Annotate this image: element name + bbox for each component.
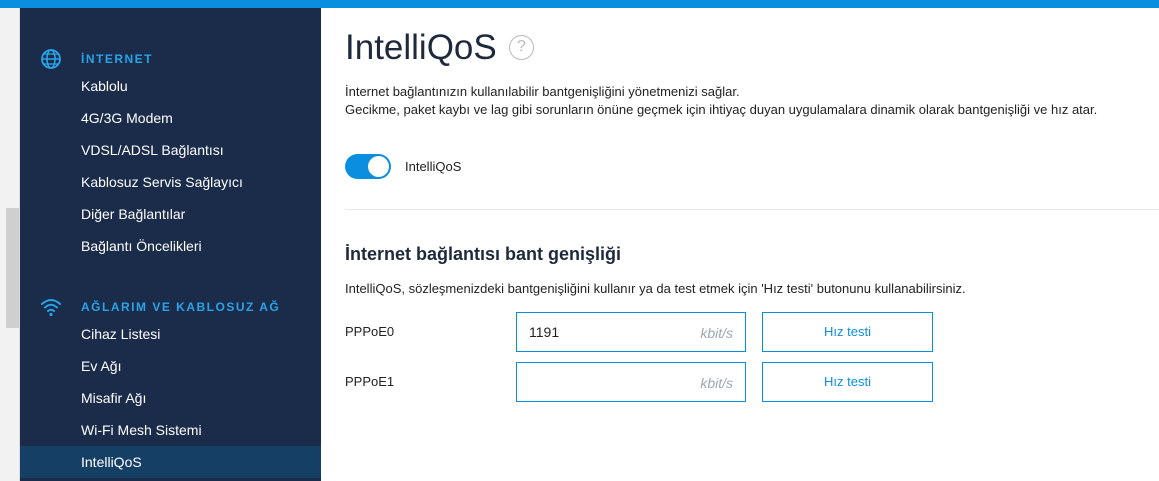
toggle-knob: [368, 156, 389, 177]
toggle-label: IntelliQoS: [405, 159, 462, 174]
sidebar-item-label: Diğer Bağlantılar: [81, 206, 186, 222]
bandwidth-description: IntelliQoS, sözleşmenizdeki bantgenişliğ…: [345, 281, 966, 296]
sidebar-item-label: Misafir Ağı: [81, 390, 147, 406]
unit-label: kbit/s: [700, 325, 733, 341]
sidebar-item-home-network[interactable]: Ev Ağı: [20, 350, 321, 382]
sidebar-item-other-connections[interactable]: Diğer Bağlantılar: [20, 198, 321, 230]
scrollbar-thumb[interactable]: [6, 208, 19, 328]
bandwidth-heading: İnternet bağlantısı bant genişliği: [345, 244, 622, 264]
sidebar-item-label: IntelliQoS: [81, 454, 142, 470]
pppoe1-speed-test-button[interactable]: Hız testi: [762, 362, 933, 402]
sidebar-item-label: Bağlantı Öncelikleri: [81, 238, 202, 254]
sidebar-item-vdsl-adsl[interactable]: VDSL/ADSL Bağlantısı: [20, 134, 321, 166]
pppoe0-speed-test-button[interactable]: Hız testi: [762, 312, 933, 352]
unit-label: kbit/s: [700, 375, 733, 391]
sidebar: İNTERNET Kablolu 4G/3G Modem VDSL/ADSL B…: [20, 8, 321, 481]
page-description-line2: Gecikme, paket kaybı ve lag gibi sorunla…: [345, 102, 1098, 117]
section-divider: [345, 209, 1159, 210]
input-value: 1191: [529, 324, 560, 340]
wifi-icon: [40, 296, 62, 318]
pppoe1-bandwidth-input[interactable]: kbit/s: [516, 362, 746, 402]
page-description-line1: İnternet bağlantınızın kullanılabilir ba…: [345, 84, 740, 99]
globe-icon: [40, 48, 62, 70]
sidebar-item-wifi-mesh[interactable]: Wi-Fi Mesh Sistemi: [20, 414, 321, 446]
sidebar-item-label: VDSL/ADSL Bağlantısı: [81, 142, 224, 158]
sidebar-item-label: Kablosuz Servis Sağlayıcı: [81, 174, 243, 190]
sidebar-item-label: Cihaz Listesi: [81, 326, 161, 342]
sidebar-item-intelliqos[interactable]: IntelliQoS: [20, 446, 321, 478]
sidebar-item-label: Wi-Fi Mesh Sistemi: [81, 422, 202, 438]
sidebar-item-kablolu[interactable]: Kablolu: [20, 70, 321, 102]
scrollbar-track[interactable]: [0, 8, 20, 481]
sidebar-section-title: AĞLARIM VE KABLOSUZ AĞ: [81, 300, 281, 314]
sidebar-item-label: Ev Ağı: [81, 358, 122, 374]
pppoe0-label: PPPoE0: [345, 324, 395, 339]
pppoe0-bandwidth-input[interactable]: 1191 kbit/s: [516, 312, 746, 352]
sidebar-item-device-list[interactable]: Cihaz Listesi: [20, 318, 321, 350]
sidebar-section-title: İNTERNET: [81, 52, 153, 66]
sidebar-item-4g-modem[interactable]: 4G/3G Modem: [20, 102, 321, 134]
top-accent-bar: [0, 0, 1159, 8]
sidebar-item-wisp[interactable]: Kablosuz Servis Sağlayıcı: [20, 166, 321, 198]
sidebar-item-label: 4G/3G Modem: [81, 110, 173, 126]
sidebar-item-connection-priorities[interactable]: Bağlantı Öncelikleri: [20, 230, 321, 262]
pppoe1-label: PPPoE1: [345, 374, 395, 389]
sidebar-item-guest-network[interactable]: Misafir Ağı: [20, 382, 321, 414]
intelliqos-toggle[interactable]: [345, 154, 391, 179]
page-title: IntelliQoS: [345, 28, 497, 67]
help-icon[interactable]: ?: [509, 35, 534, 60]
sidebar-section-networks: AĞLARIM VE KABLOSUZ AĞ: [20, 296, 321, 320]
sidebar-item-label: Kablolu: [81, 78, 128, 94]
sidebar-section-internet: İNTERNET: [20, 48, 321, 72]
